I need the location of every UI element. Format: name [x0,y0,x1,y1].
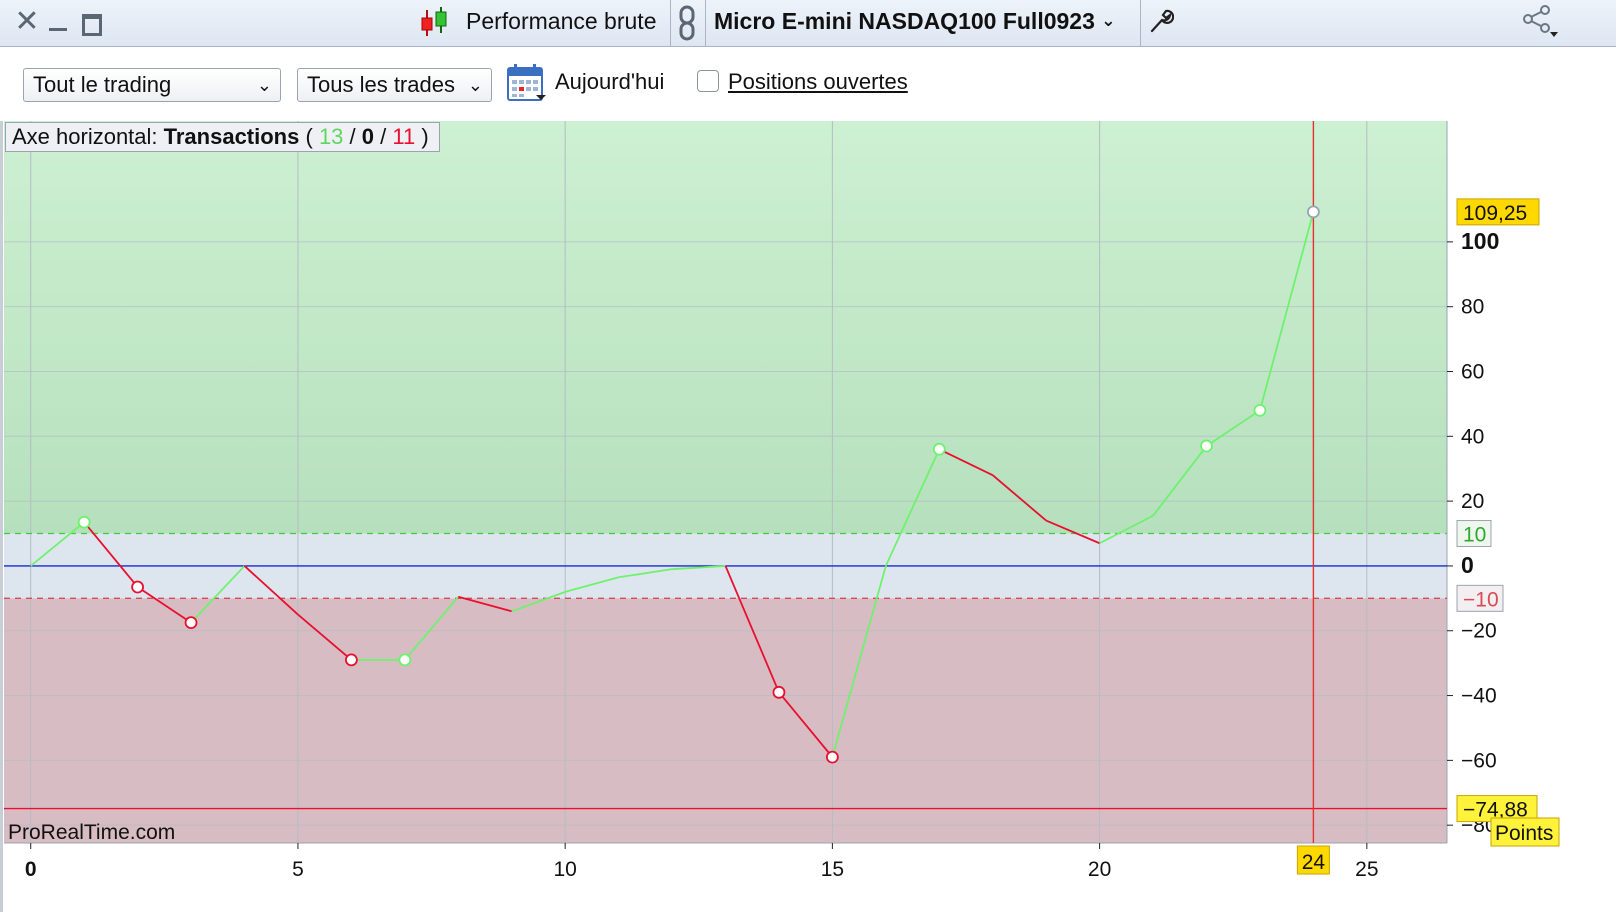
legend-close-paren: ) [415,124,429,149]
title-separator [705,0,706,46]
y-tick-label: 40 [1461,425,1484,448]
trade-point[interactable] [344,653,358,667]
legend-slash: / [343,124,362,149]
upper-threshold-label: 10 [1463,524,1486,547]
x-tick-label: 20 [1088,858,1111,881]
instrument-selector[interactable]: Micro E-mini NASDAQ100 Full0923 ⌄ [714,8,1116,35]
chevron-down-icon: ⌄ [1101,11,1116,30]
y-tick-label: −40 [1461,685,1497,708]
legend-neutral-count: 0 [361,124,375,149]
loss-zone [4,598,1447,843]
y-tick-label: −60 [1461,749,1497,772]
y-tick-label: 20 [1461,490,1484,513]
trade-point[interactable] [772,685,786,699]
y-tick-label: 100 [1461,228,1499,254]
x-tick-label: 5 [292,858,304,881]
x-tick-label: 25 [1355,858,1378,881]
performance-title[interactable]: Performance brute [466,8,656,35]
y-tick-label: 80 [1461,296,1484,319]
candlestick-icon [421,7,447,36]
lower-threshold-label: −10 [1463,588,1499,611]
legend-losses-count: 11 [392,124,416,149]
trade-point[interactable] [184,616,198,630]
profit-zone [4,121,1447,534]
legend-wins-count: 13 [318,124,344,149]
trade-point[interactable] [398,653,412,667]
instrument-label: Micro E-mini NASDAQ100 Full0923 [714,8,1095,34]
y-tick-label: 0 [1461,552,1474,578]
window-title-bar: ✕ Performance brute Micro E-mini NASDAQ1… [0,0,1616,47]
chevron-down-icon: ⌄ [256,75,272,95]
close-icon[interactable]: ✕ [13,6,41,38]
y-tick-label: −20 [1461,620,1497,643]
x-tick-label: 10 [553,858,576,881]
title-separator [1140,0,1141,46]
current-value-label: 109,25 [1463,202,1527,225]
title-separator [670,0,671,46]
wrench-icon[interactable] [1148,7,1174,35]
minimize-icon[interactable] [44,6,72,38]
cursor-x-label: 24 [1302,851,1326,874]
trade-point[interactable] [77,515,91,529]
open-positions-label[interactable]: Positions ouvertes [728,69,908,95]
today-button[interactable]: Aujourd'hui [555,69,664,95]
trade-point[interactable] [131,580,145,594]
maximize-icon[interactable] [77,6,105,38]
watermark: ProRealTime.com [8,821,176,844]
legend-prefix: Axe horizontal: [12,124,164,149]
legend-open-paren: ( [305,124,319,149]
y-unit-label: Points [1495,822,1553,845]
performance-chart[interactable]: 0 5 10 15 20 25100806040200−20−40−60−8010−101… [0,121,1616,912]
x-tick-label: 15 [821,858,844,881]
horizontal-axis-legend: Axe horizontal: Transactions ( 13 / 0 / … [5,122,440,152]
x-tick-label: 0 [25,858,37,881]
open-positions-checkbox[interactable] [697,70,719,92]
trade-point[interactable] [1253,403,1267,417]
chevron-down-icon: ⌄ [467,75,483,95]
trade-point[interactable] [1200,439,1213,453]
link-icon[interactable] [678,4,696,42]
trade-point[interactable] [1306,205,1320,219]
calendar-icon[interactable] [506,62,548,102]
scope-select-value: Tout le trading [33,72,172,97]
scope-select[interactable]: Tout le trading ⌄ [23,68,281,102]
trades-select[interactable]: Tous les trades ⌄ [297,68,492,102]
legend-slash: / [374,124,393,149]
y-tick-label: 60 [1461,360,1484,383]
share-icon[interactable] [1520,4,1560,40]
trade-point[interactable] [932,442,946,456]
trade-point[interactable] [825,750,839,764]
trades-select-value: Tous les trades [307,72,455,97]
legend-mode: Transactions [163,124,300,149]
